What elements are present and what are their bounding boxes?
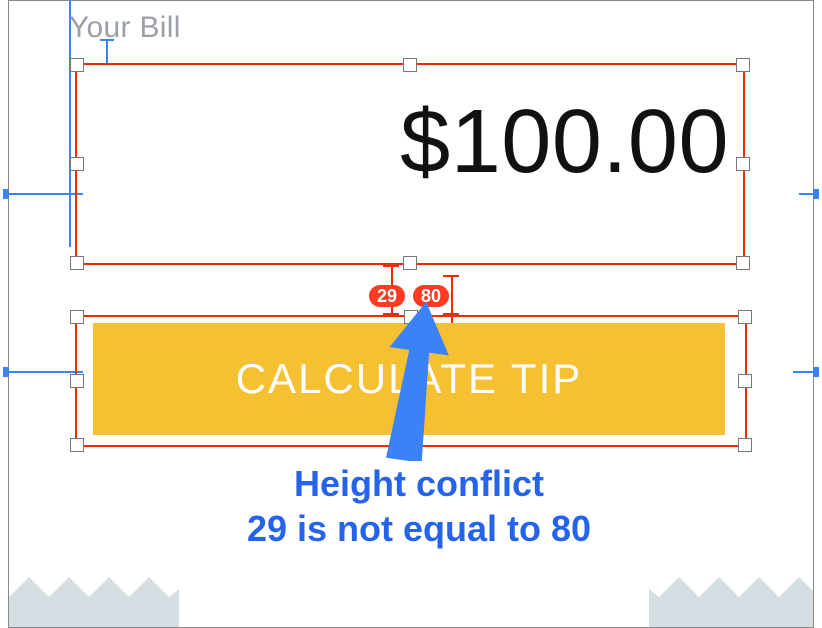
- text-cursor-icon: [96, 39, 118, 65]
- resize-handle[interactable]: [70, 58, 84, 72]
- selected-button[interactable]: [75, 315, 747, 447]
- annotation-text: Height conflict 29 is not equal to 80: [159, 461, 679, 551]
- resize-handle[interactable]: [70, 438, 84, 452]
- constraint-gap-indicator: 29 80: [369, 263, 489, 313]
- resize-handle[interactable]: [70, 157, 84, 171]
- resize-handle[interactable]: [738, 438, 752, 452]
- annotation-line-2: 29 is not equal to 80: [247, 508, 591, 549]
- resize-handle[interactable]: [736, 157, 750, 171]
- resize-handle[interactable]: [736, 58, 750, 72]
- annotation-line-1: Height conflict: [294, 463, 544, 504]
- alignment-guide-left-2: [3, 371, 83, 373]
- resize-handle[interactable]: [403, 58, 417, 72]
- torn-edge-decoration: [9, 567, 813, 627]
- resize-handle[interactable]: [736, 256, 750, 270]
- constraint-badge-a[interactable]: 29: [369, 285, 405, 307]
- edge-tick: [3, 189, 9, 199]
- constraint-badge-b[interactable]: 80: [413, 285, 449, 307]
- edge-tick: [813, 367, 819, 377]
- resize-handle[interactable]: [738, 310, 752, 324]
- resize-handle[interactable]: [738, 374, 752, 388]
- edge-tick: [3, 367, 9, 377]
- resize-handle[interactable]: [404, 438, 418, 452]
- resize-handle[interactable]: [404, 310, 418, 324]
- selected-textfield[interactable]: [75, 63, 745, 265]
- alignment-guide-left: [3, 193, 83, 195]
- edge-tick: [813, 189, 819, 199]
- input-placeholder-label: Your Bill: [69, 11, 181, 45]
- canvas[interactable]: Your Bill $100.00 29 80 CALCULATE TIP: [8, 0, 814, 628]
- resize-handle[interactable]: [70, 310, 84, 324]
- resize-handle[interactable]: [70, 256, 84, 270]
- resize-handle[interactable]: [70, 374, 84, 388]
